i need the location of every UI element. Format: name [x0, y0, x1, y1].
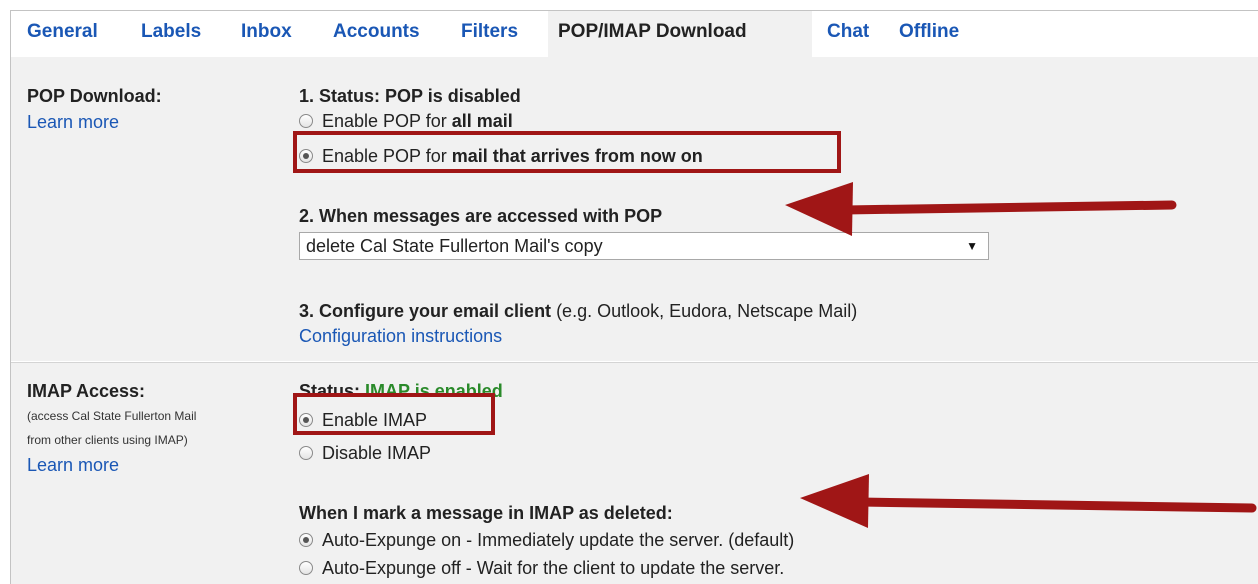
pop-access-heading: 2. When messages are accessed with POP: [299, 206, 663, 226]
pop-all-mail-label-bold: all mail: [451, 110, 513, 131]
pop-access-select[interactable]: delete Cal State Fullerton Mail's copy ▼: [299, 232, 989, 260]
expunge-on-radio[interactable]: [299, 533, 313, 547]
tab-chat[interactable]: Chat: [817, 11, 879, 57]
settings-tab-bar: General Labels Inbox Accounts Filters PO…: [11, 11, 1258, 57]
imap-disable-radio[interactable]: [299, 446, 313, 460]
pop-learn-more-link[interactable]: Learn more: [27, 112, 119, 133]
imap-access-section: IMAP Access: (access Cal State Fullerton…: [11, 362, 1258, 584]
imap-access-title: IMAP Access:: [27, 381, 146, 401]
pop-all-mail-label-prefix: Enable POP for: [322, 110, 452, 131]
dropdown-caret-icon: ▼: [966, 239, 978, 253]
pop-option-all-mail[interactable]: Enable POP for all mail: [299, 109, 513, 133]
tab-inbox[interactable]: Inbox: [231, 11, 302, 57]
tab-offline[interactable]: Offline: [889, 11, 969, 57]
settings-panel: General Labels Inbox Accounts Filters PO…: [10, 10, 1258, 584]
imap-disable-label: Disable IMAP: [322, 442, 432, 463]
tab-labels[interactable]: Labels: [131, 11, 211, 57]
tab-general[interactable]: General: [17, 11, 108, 57]
imap-option-expunge-on[interactable]: Auto-Expunge on - Immediately update the…: [299, 528, 794, 552]
highlight-box-pop-option: [293, 131, 841, 173]
pop-download-section: POP Download: Learn more 1. Status: POP …: [11, 57, 1258, 361]
imap-delete-heading: When I mark a message in IMAP as deleted…: [299, 503, 673, 523]
imap-option-disable[interactable]: Disable IMAP: [299, 441, 431, 465]
pop-status-heading: 1. Status: POP is disabled: [299, 86, 521, 106]
pop-configuration-instructions-link[interactable]: Configuration instructions: [299, 326, 502, 347]
tab-accounts[interactable]: Accounts: [323, 11, 430, 57]
tab-filters[interactable]: Filters: [451, 11, 528, 57]
pop-configure-heading-text: 3. Configure your email client: [299, 301, 552, 321]
imap-option-expunge-off[interactable]: Auto-Expunge off - Wait for the client t…: [299, 556, 784, 580]
imap-note-line-1: (access Cal State Fullerton Mail: [27, 409, 197, 423]
expunge-on-label: Auto-Expunge on - Immediately update the…: [322, 529, 795, 550]
pop-configure-heading: 3. Configure your email client (e.g. Out…: [299, 301, 857, 322]
pop-download-title: POP Download:: [27, 86, 162, 106]
highlight-box-enable-imap: [293, 393, 495, 435]
pop-access-select-value: delete Cal State Fullerton Mail's copy: [306, 236, 603, 256]
pop-all-mail-radio[interactable]: [299, 114, 313, 128]
pop-configure-note: (e.g. Outlook, Eudora, Netscape Mail): [551, 301, 858, 321]
imap-learn-more-link[interactable]: Learn more: [27, 455, 119, 476]
expunge-off-label: Auto-Expunge off - Wait for the client t…: [322, 557, 785, 578]
imap-note-line-2: from other clients using IMAP): [27, 433, 188, 447]
tab-pop-imap-download[interactable]: POP/IMAP Download: [548, 11, 812, 57]
expunge-off-radio[interactable]: [299, 561, 313, 575]
